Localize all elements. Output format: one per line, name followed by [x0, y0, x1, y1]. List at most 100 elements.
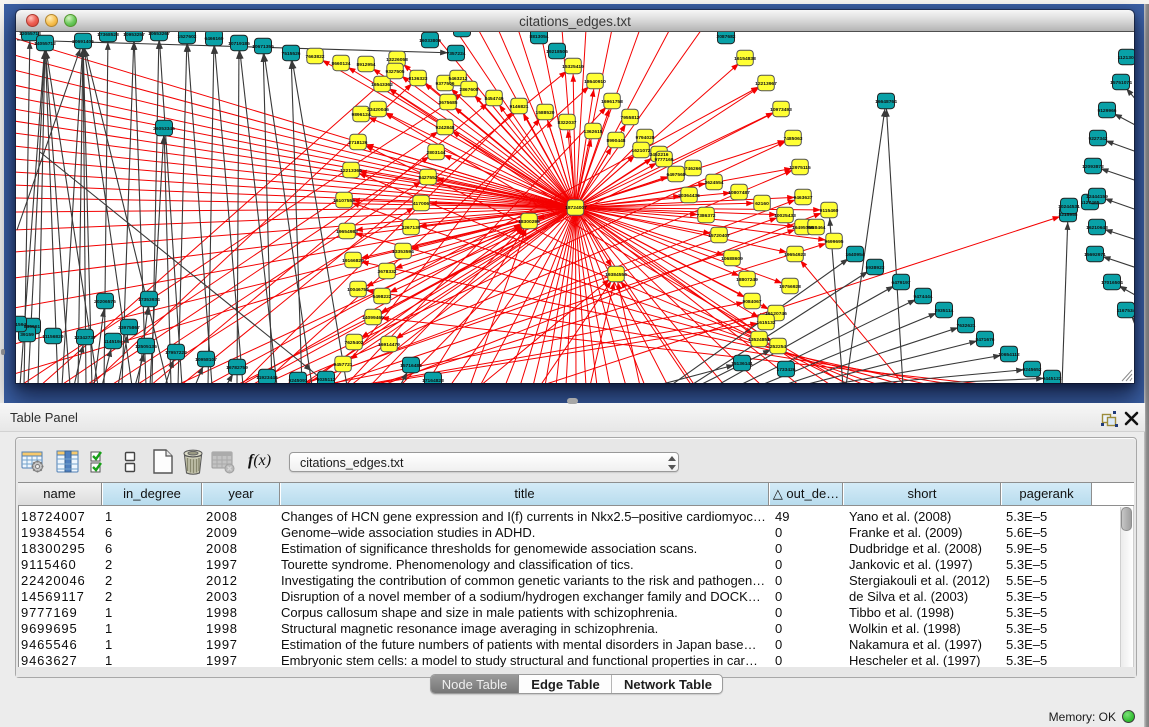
svg-text:2935114: 2935114 [935, 308, 954, 314]
svg-text:8427552: 8427552 [418, 175, 437, 181]
svg-text:9242848: 9242848 [435, 125, 454, 131]
svg-text:1615132: 1615132 [756, 320, 775, 326]
svg-text:12444159: 12444159 [1086, 194, 1108, 200]
svg-text:2867608: 2867608 [459, 87, 478, 93]
svg-text:10807487: 10807487 [728, 190, 750, 196]
svg-text:19218506: 19218506 [546, 49, 568, 55]
svg-text:7386372: 7386372 [696, 213, 715, 219]
svg-text:9457721: 9457721 [333, 362, 352, 368]
svg-text:9888464: 9888464 [806, 225, 825, 231]
svg-text:19654983: 19654983 [336, 229, 358, 235]
svg-text:10654112: 10654112 [998, 352, 1020, 358]
svg-text:10244531: 10244531 [1058, 204, 1080, 210]
svg-text:12213967: 12213967 [755, 81, 777, 87]
svg-text:5938923: 5938923 [865, 265, 884, 271]
svg-text:9327505: 9327505 [385, 69, 404, 75]
svg-text:8471676: 8471676 [975, 337, 994, 343]
svg-text:18640910: 18640910 [584, 79, 606, 85]
svg-text:7515526: 7515526 [281, 51, 300, 57]
svg-text:11923446: 11923446 [256, 375, 278, 381]
svg-text:18807249: 18807249 [736, 277, 758, 283]
svg-text:1145194: 1145194 [104, 339, 123, 345]
svg-text:16543362: 16543362 [371, 82, 393, 88]
svg-text:15136141: 15136141 [731, 361, 753, 367]
svg-text:3267130: 3267130 [401, 225, 420, 231]
svg-text:12975115: 12975115 [789, 165, 811, 171]
svg-text:9154302: 9154302 [452, 32, 471, 33]
svg-text:9146821: 9146821 [509, 104, 528, 110]
svg-text:11156829: 11156829 [42, 334, 63, 340]
svg-text:39159: 39159 [20, 332, 34, 338]
svg-text:16961758: 16961758 [601, 99, 623, 105]
svg-text:1621072: 1621072 [631, 148, 650, 154]
svg-text:1640954: 1640954 [845, 252, 864, 258]
svg-text:9794028: 9794028 [635, 135, 654, 141]
svg-text:12342737: 12342737 [74, 335, 96, 341]
svg-text:16120746: 16120746 [765, 311, 787, 317]
svg-text:16107553: 16107553 [333, 198, 355, 204]
svg-text:8136323: 8136323 [408, 76, 427, 82]
svg-text:10953257: 10953257 [123, 32, 145, 38]
svg-text:16782759: 16782759 [226, 365, 248, 371]
svg-text:15720407: 15720407 [708, 233, 730, 239]
svg-text:12505135: 12505135 [135, 344, 157, 350]
svg-text:13353594: 13353594 [392, 249, 414, 255]
svg-text:9115460: 9115460 [820, 208, 839, 214]
svg-text:12093872: 12093872 [1082, 164, 1104, 170]
svg-text:17353934: 17353934 [138, 297, 160, 303]
svg-text:5463212: 5463212 [448, 76, 467, 82]
svg-text:8660124: 8660124 [331, 61, 350, 67]
svg-text:12213369: 12213369 [340, 168, 362, 174]
svg-text:1588520: 1588520 [535, 110, 554, 116]
svg-text:13524851: 13524851 [748, 337, 770, 343]
svg-text:15751074: 15751074 [1110, 80, 1132, 86]
svg-text:9245652: 9245652 [1022, 367, 1041, 373]
svg-text:3215955: 3215955 [1058, 212, 1077, 218]
svg-text:9084067: 9084067 [742, 299, 761, 305]
svg-text:1527602: 1527602 [177, 34, 196, 40]
svg-text:9129966: 9129966 [1097, 108, 1116, 114]
svg-text:14055712: 14055712 [34, 41, 56, 47]
svg-text:19384554: 19384554 [605, 272, 627, 278]
svg-text:12055713: 12055713 [19, 32, 41, 37]
svg-text:10973493: 10973493 [770, 107, 792, 113]
svg-text:10671355: 10671355 [252, 44, 274, 50]
svg-text:7955812: 7955812 [620, 115, 639, 121]
svg-text:10688609: 10688609 [721, 256, 743, 262]
svg-text:7485063: 7485063 [783, 136, 802, 142]
svg-text:9474444: 9474444 [913, 294, 932, 300]
svg-text:2718126: 2718126 [348, 140, 367, 146]
svg-text:746266: 746266 [685, 166, 702, 172]
svg-text:835061: 835061 [24, 324, 41, 330]
svg-text:9463627: 9463627 [793, 195, 812, 201]
svg-text:16914479: 16914479 [378, 342, 400, 348]
svg-text:7663822: 7663822 [305, 54, 324, 60]
svg-text:1733426: 1733426 [776, 367, 795, 373]
svg-text:14099469: 14099469 [362, 315, 384, 321]
svg-text:1167534: 1167534 [1117, 308, 1134, 314]
svg-text:6497568: 6497568 [666, 172, 685, 178]
svg-text:18300295: 18300295 [518, 219, 540, 225]
svg-text:19166829: 19166829 [342, 258, 364, 264]
svg-text:3678332: 3678332 [377, 269, 396, 275]
svg-text:8912954: 8912954 [356, 62, 375, 68]
svg-text:9035112: 9035112 [317, 377, 336, 383]
svg-text:16210643: 16210643 [1086, 225, 1108, 231]
svg-text:10046755: 10046755 [347, 287, 369, 293]
svg-text:8454749: 8454749 [484, 96, 503, 102]
svg-text:252254: 252254 [770, 344, 787, 350]
svg-text:1121305: 1121305 [1118, 55, 1134, 61]
svg-text:33975867: 33975867 [118, 325, 140, 331]
svg-text:6479197: 6479197 [891, 280, 910, 286]
svg-text:16033809: 16033809 [419, 38, 441, 44]
svg-text:9777169: 9777169 [654, 157, 673, 163]
svg-text:417006: 417006 [413, 201, 430, 207]
svg-text:9445122: 9445122 [1042, 376, 1061, 382]
svg-text:8813054: 8813054 [529, 34, 548, 40]
svg-text:1127465: 1127465 [1081, 200, 1100, 206]
svg-text:15716485: 15716485 [400, 363, 422, 369]
svg-text:20364436: 20364436 [678, 193, 700, 199]
svg-text:3624554: 3624554 [704, 180, 723, 186]
svg-text:2803144: 2803144 [426, 150, 445, 156]
svg-text:18724007: 18724007 [565, 205, 587, 211]
